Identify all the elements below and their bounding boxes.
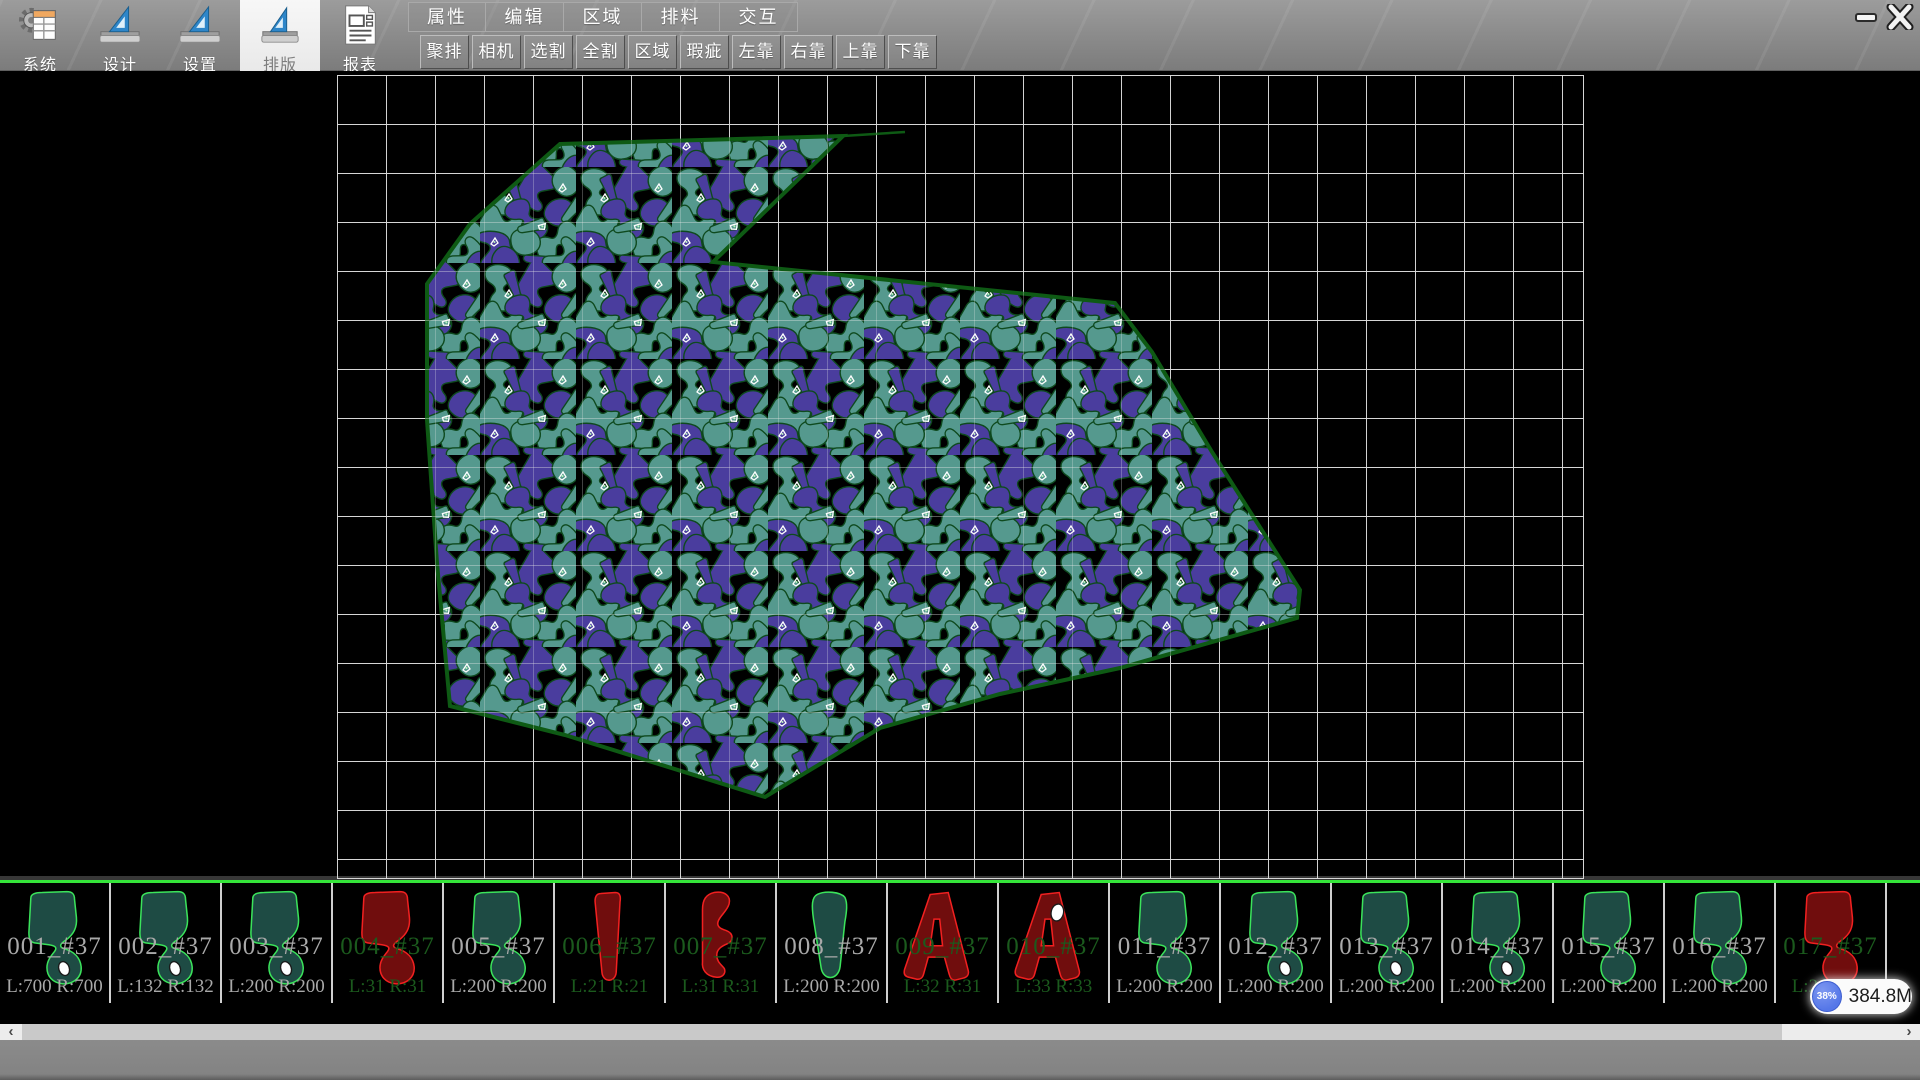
piece-lr-label: L:200 R:200 — [1221, 976, 1330, 998]
piece-lr-label: L:200 R:200 — [1332, 976, 1441, 998]
piece-lr-label: L:200 R:200 — [222, 976, 331, 998]
piece-id-label: 010_#37 — [999, 933, 1108, 961]
set-square-icon — [177, 4, 223, 46]
piece-lr-label: L:200 R:200 — [1665, 976, 1774, 998]
scrollbar-thumb[interactable] — [22, 1024, 1782, 1040]
piece-lr-label: L:200 R:200 — [444, 976, 553, 998]
strip-bottom-gap — [0, 1003, 1920, 1024]
tool-align-top-button[interactable]: 上靠 — [836, 35, 885, 69]
thumbnail-cell-003[interactable]: 003_#37 L:200 R:200 — [222, 883, 333, 1003]
menu-tab-edit[interactable]: 编辑 — [486, 2, 564, 32]
thumbnail-cell-001[interactable]: 001_#37 L:700 R:700 — [0, 883, 111, 1003]
piece-id-label: 007_#37 — [666, 933, 775, 961]
tool-button-row: 聚排 相机 选割 全割 区域 瑕疵 左靠 右靠 上靠 下靠 — [420, 35, 937, 69]
tool-cut-all-button[interactable]: 全割 — [576, 35, 625, 69]
thumbnail-cell-005[interactable]: 005_#37 L:200 R:200 — [444, 883, 555, 1003]
piece-id-label: 002_#37 — [111, 933, 220, 961]
close-button[interactable] — [1886, 4, 1914, 30]
thumbnail-cell-007[interactable]: 007_#37 L:31 R:31 — [666, 883, 777, 1003]
tool-select-cut-button[interactable]: 选割 — [524, 35, 573, 69]
thumbnail-cell-004[interactable]: 004_#37 L:31 R:31 — [333, 883, 444, 1003]
menu-tab-interact[interactable]: 交互 — [720, 2, 798, 32]
report-document-icon — [337, 4, 383, 46]
menu-tab-region[interactable]: 区域 — [564, 2, 642, 32]
hide-peak-spur — [843, 132, 905, 136]
thumbnail-cell-006[interactable]: 006_#37 L:21 R:21 — [555, 883, 666, 1003]
hide-outline[interactable] — [427, 136, 1300, 797]
tool-align-left-button[interactable]: 左靠 — [732, 35, 781, 69]
menu-tab-bar: 属性 编辑 区域 排料 交互 — [408, 2, 798, 32]
piece-id-label: 003_#37 — [222, 933, 331, 961]
thumbnail-cell-014[interactable]: 014_#37 L:200 R:200 — [1443, 883, 1554, 1003]
thumbnail-cell-013[interactable]: 013_#37 L:200 R:200 — [1332, 883, 1443, 1003]
close-icon — [1886, 4, 1914, 30]
ribbon-toolbar: 系统 设计 设置 — [0, 0, 1920, 71]
thumbnail-cell-011[interactable]: 011_#37 L:200 R:200 — [1110, 883, 1221, 1003]
horizontal-scrollbar[interactable]: ‹ › — [0, 1024, 1920, 1040]
piece-thumbnail-strip: 001_#37 L:700 R:700 002_#37 L:132 R:132 … — [0, 880, 1920, 1003]
piece-lr-label: L:200 R:200 — [1554, 976, 1663, 998]
scroll-right-arrow[interactable]: › — [1898, 1024, 1920, 1040]
scroll-left-arrow[interactable]: ‹ — [0, 1024, 22, 1040]
piece-lr-label: L:31 R:31 — [666, 976, 775, 998]
app-button-nesting-active[interactable]: 排版 — [240, 0, 320, 71]
piece-lr-label: L:33 R:33 — [999, 976, 1108, 998]
piece-lr-label: L:200 R:200 — [777, 976, 886, 998]
menu-tab-nesting[interactable]: 排料 — [642, 2, 720, 32]
app-button-settings[interactable]: 设置 — [160, 0, 240, 71]
tool-camera-button[interactable]: 相机 — [472, 35, 521, 69]
tool-cluster-nest-button[interactable]: 聚排 — [420, 35, 469, 69]
progress-percent-circle: 38% — [1812, 981, 1842, 1012]
thumbnail-cell-010[interactable]: 010_#37 L:33 R:33 — [999, 883, 1110, 1003]
thumbnail-cell-012[interactable]: 012_#37 L:200 R:200 — [1221, 883, 1332, 1003]
bottom-status-bar — [0, 1040, 1920, 1080]
piece-lr-label: L:200 R:200 — [1443, 976, 1552, 998]
set-square-icon — [97, 4, 143, 46]
application-window: 系统 设计 设置 — [0, 0, 1920, 1080]
piece-id-label: 009_#37 — [888, 933, 997, 961]
memory-usage-label: 384.8M — [1849, 986, 1912, 1008]
thumbnail-cell-009[interactable]: 009_#37 L:32 R:31 — [888, 883, 999, 1003]
thumbnail-cell-008[interactable]: 008_#37 L:200 R:200 — [777, 883, 888, 1003]
minimize-button[interactable] — [1852, 4, 1880, 30]
tool-defect-button[interactable]: 瑕疵 — [680, 35, 729, 69]
piece-lr-label: L:31 R:31 — [333, 976, 442, 998]
piece-id-label: 008_#37 — [777, 933, 886, 961]
piece-lr-label: L:21 R:21 — [555, 976, 664, 998]
piece-id-label: 011_#37 — [1110, 933, 1219, 961]
piece-lr-label: L:32 R:31 — [888, 976, 997, 998]
menu-tab-properties[interactable]: 属性 — [408, 2, 486, 32]
piece-lr-label: L:700 R:700 — [0, 976, 109, 998]
piece-id-label: 015_#37 — [1554, 933, 1663, 961]
leather-hide-layout[interactable] — [0, 71, 1920, 880]
piece-id-label: 001_#37 — [0, 933, 109, 961]
app-button-system[interactable]: 系统 — [0, 0, 80, 71]
progress-badge: 38% 384.8M — [1810, 979, 1912, 1014]
tool-align-bottom-button[interactable]: 下靠 — [888, 35, 937, 69]
minimize-icon — [1852, 4, 1880, 30]
app-button-design[interactable]: 设计 — [80, 0, 160, 71]
piece-id-label: 012_#37 — [1221, 933, 1330, 961]
set-square-icon — [257, 4, 303, 46]
piece-id-label: 013_#37 — [1332, 933, 1441, 961]
piece-id-label: 017_#37 — [1776, 933, 1885, 961]
piece-id-label: 006_#37 — [555, 933, 664, 961]
nesting-canvas[interactable] — [0, 71, 1920, 880]
piece-lr-label: L:132 R:132 — [111, 976, 220, 998]
piece-lr-label: L:200 R:200 — [1110, 976, 1219, 998]
piece-id-label: 004_#37 — [333, 933, 442, 961]
piece-id-label: 005_#37 — [444, 933, 553, 961]
tool-align-right-button[interactable]: 右靠 — [784, 35, 833, 69]
window-controls — [1852, 4, 1914, 30]
piece-id-label: 016_#37 — [1665, 933, 1774, 961]
gear-table-icon — [17, 4, 63, 46]
app-button-report[interactable]: 报表 — [320, 0, 400, 71]
piece-id-label: 014_#37 — [1443, 933, 1552, 961]
thumbnail-cell-002[interactable]: 002_#37 L:132 R:132 — [111, 883, 222, 1003]
tool-region-button[interactable]: 区域 — [628, 35, 677, 69]
thumbnail-cell-015[interactable]: 015_#37 L:200 R:200 — [1554, 883, 1665, 1003]
thumbnail-cell-016[interactable]: 016_#37 L:200 R:200 — [1665, 883, 1776, 1003]
